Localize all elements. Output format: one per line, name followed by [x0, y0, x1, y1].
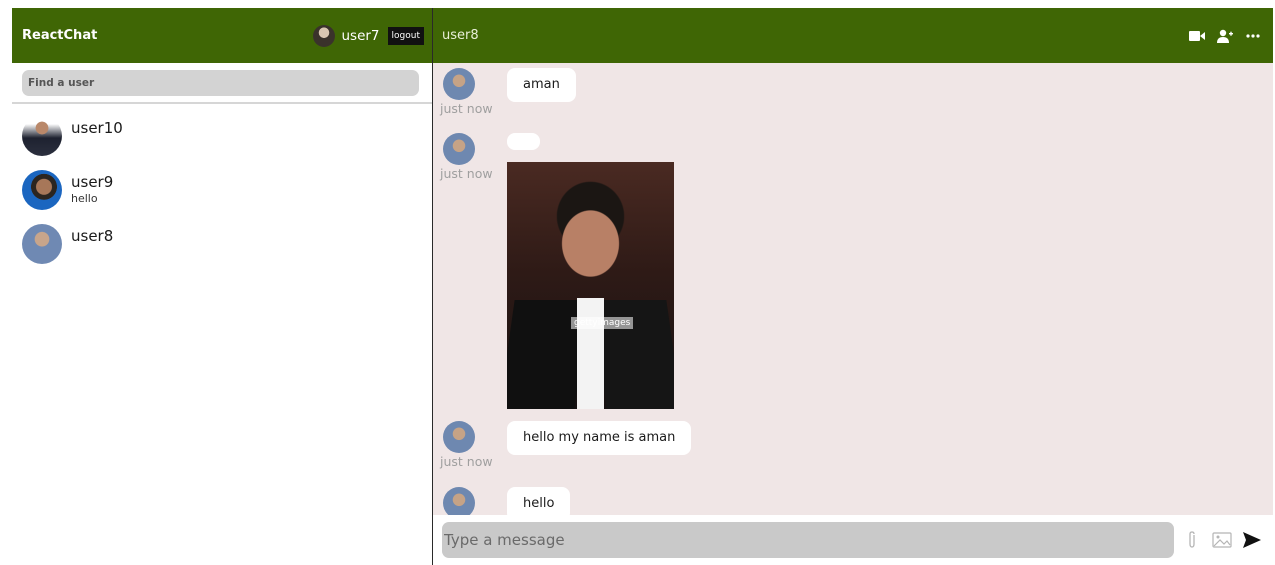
chat-panel: user8 just now aman just now gettyimages… — [433, 8, 1273, 565]
search-bar — [12, 63, 432, 104]
message-time: just now — [440, 454, 493, 469]
message: hello — [441, 487, 571, 515]
image-icon[interactable] — [1210, 528, 1234, 552]
avatar — [443, 68, 475, 100]
logout-button[interactable]: logout — [387, 26, 424, 45]
message-bubble: aman — [507, 68, 576, 102]
avatar — [443, 421, 475, 453]
message: just now hello my name is aman — [440, 421, 692, 469]
avatar — [443, 133, 475, 165]
user-item-user8[interactable]: user8 — [12, 220, 432, 274]
brand-logo: ReactChat — [22, 28, 98, 43]
message-bubble — [507, 133, 540, 150]
message: just now gettyimages — [440, 133, 674, 409]
send-icon[interactable] — [1240, 528, 1264, 552]
current-user: user7 logout — [313, 24, 424, 47]
avatar — [22, 170, 62, 210]
sidebar-header: ReactChat user7 logout — [12, 8, 432, 63]
message-image[interactable]: gettyimages — [507, 162, 674, 409]
chat-title: user8 — [442, 28, 479, 43]
more-options-icon[interactable] — [1242, 25, 1264, 47]
message-time: just now — [440, 166, 493, 181]
video-camera-icon[interactable] — [1186, 25, 1208, 47]
current-user-avatar — [313, 24, 336, 47]
user-name: user8 — [71, 227, 114, 245]
search-input[interactable] — [22, 70, 419, 96]
add-user-icon[interactable] — [1214, 25, 1236, 47]
message-bubble: hello — [507, 487, 571, 515]
chat-header: user8 — [433, 8, 1273, 63]
avatar — [22, 224, 62, 264]
user-item-user9[interactable]: user9 hello — [12, 166, 432, 220]
attach-icon[interactable] — [1180, 528, 1204, 552]
image-watermark: gettyimages — [571, 317, 634, 329]
user-list: user10 user9 hello user8 — [12, 104, 432, 274]
sidebar: ReactChat user7 logout user10 user9 — [12, 8, 433, 565]
user-name: user10 — [71, 119, 123, 137]
message-time: just now — [440, 101, 493, 116]
user-item-user10[interactable]: user10 — [12, 112, 432, 166]
message-input[interactable] — [442, 522, 1174, 558]
last-message: hello — [71, 192, 98, 205]
user-name: user9 — [71, 173, 114, 191]
current-user-name: user7 — [341, 27, 380, 44]
message: just now aman — [440, 68, 576, 116]
message-list: just now aman just now gettyimages just … — [433, 63, 1273, 515]
avatar — [443, 487, 475, 515]
message-composer — [433, 515, 1273, 565]
app-window: ReactChat user7 logout user10 user9 — [12, 8, 1273, 565]
avatar — [22, 116, 62, 156]
message-bubble: hello my name is aman — [507, 421, 692, 455]
